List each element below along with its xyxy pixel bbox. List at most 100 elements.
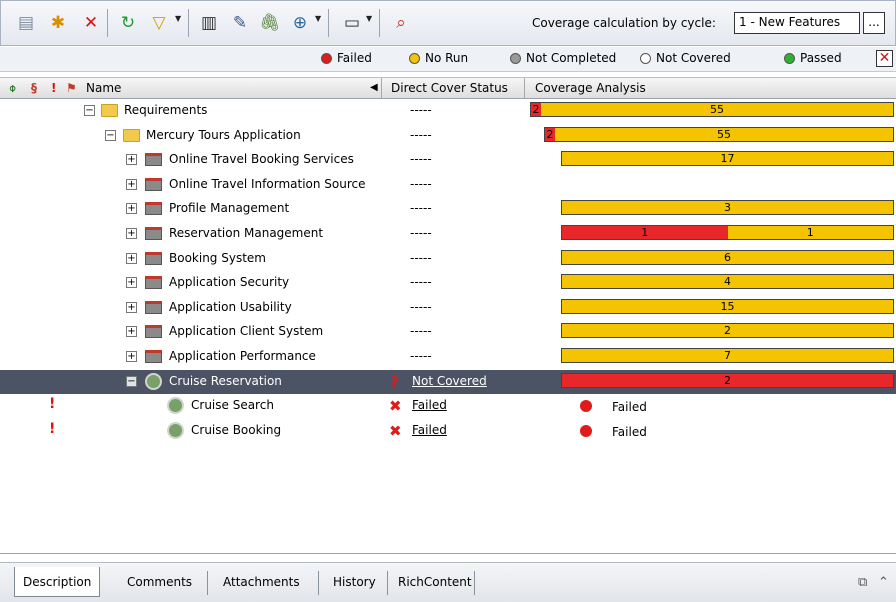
- collapse-icon[interactable]: −: [126, 375, 137, 387]
- expand-icon[interactable]: +: [126, 326, 137, 338]
- expand-panel-icon[interactable]: ⌃: [878, 575, 889, 590]
- expand-icon[interactable]: +: [126, 351, 137, 362]
- failed-dot-icon: [580, 424, 592, 437]
- coverage-bar[interactable]: 2 55: [530, 102, 894, 117]
- table-row[interactable]: + Booking System ----- 6: [0, 247, 896, 272]
- coverage-bar[interactable]: 3: [561, 200, 894, 216]
- legend-label: Passed: [800, 51, 842, 65]
- zoom-icon[interactable]: ⊕: [287, 10, 313, 36]
- table-row[interactable]: ! Cruise Search ✖ Failed Failed: [0, 394, 896, 419]
- passed-dot-icon: [784, 52, 795, 64]
- flag-column-icon[interactable]: ⚑: [66, 78, 77, 98]
- coverage-segment-no-run: 55: [541, 103, 893, 116]
- coverage-bar[interactable]: 1 1: [561, 225, 894, 240]
- restore-panel-icon[interactable]: ⧉: [858, 575, 867, 590]
- coverage-bar[interactable]: 17: [561, 151, 894, 167]
- column-header-coverage-analysis[interactable]: Coverage Analysis: [535, 78, 646, 98]
- coverage-bar[interactable]: 2 55: [544, 126, 894, 142]
- linked-defects-column-icon[interactable]: §: [31, 78, 37, 98]
- table-row[interactable]: + Application Performance ----- 7: [0, 345, 896, 370]
- row-status: -----: [410, 176, 432, 191]
- columns-icon[interactable]: ▥: [196, 10, 222, 36]
- collapse-column-icon[interactable]: ◀: [370, 78, 378, 98]
- close-legend-button[interactable]: ✕: [876, 50, 893, 67]
- table-row[interactable]: − Mercury Tours Application ----- 2 55: [0, 124, 896, 149]
- legend-passed: Passed: [784, 51, 842, 65]
- coverage-segment-no-run: 6: [562, 250, 893, 264]
- row-status: -----: [410, 103, 432, 117]
- requirement-icon: [145, 177, 162, 191]
- zoom-dropdown-arrow-icon[interactable]: ▼: [315, 14, 321, 23]
- delete-icon[interactable]: ✕: [78, 10, 104, 36]
- failed-icon: ✖: [389, 397, 402, 416]
- row-status: -----: [410, 299, 432, 314]
- tab-richcontent[interactable]: RichContent: [390, 567, 480, 597]
- tab-history[interactable]: History: [325, 567, 384, 597]
- table-row[interactable]: + Online Travel Booking Services ----- 1…: [0, 148, 896, 173]
- table-row[interactable]: − Requirements ----- 2 55: [0, 99, 896, 124]
- attachment-icon[interactable]: 🖇: [257, 10, 283, 36]
- expand-icon[interactable]: +: [126, 252, 137, 264]
- new-requirement-icon[interactable]: ✱: [45, 10, 71, 36]
- view-icon[interactable]: ▭: [339, 10, 365, 36]
- coverage-segment-no-run: 2: [562, 324, 893, 338]
- cycle-more-button[interactable]: ...: [863, 12, 885, 34]
- tab-attachments[interactable]: Attachments: [215, 567, 308, 597]
- requirement-icon: [145, 300, 162, 314]
- table-row[interactable]: + Application Security ----- 4: [0, 271, 896, 296]
- coverage-segment-no-run: 4: [562, 275, 893, 289]
- table-row[interactable]: + Application Client System ----- 2: [0, 320, 896, 345]
- row-status-link[interactable]: Failed: [412, 423, 447, 437]
- column-header-direct-cover-status[interactable]: Direct Cover Status: [391, 78, 508, 98]
- filter-dropdown-arrow-icon[interactable]: ▼: [175, 14, 181, 23]
- table-row[interactable]: + Online Travel Information Source -----: [0, 173, 896, 198]
- table-row[interactable]: ! Cruise Booking ✖ Failed Failed: [0, 419, 896, 444]
- refresh-icon[interactable]: ↻: [115, 10, 141, 36]
- requirement-icon: [145, 202, 162, 216]
- coverage-segment-no-run: 15: [562, 299, 893, 313]
- expand-icon[interactable]: +: [126, 178, 137, 190]
- cycle-select[interactable]: 1 - New Features: [734, 12, 860, 34]
- coverage-bar[interactable]: 7: [561, 348, 894, 363]
- table-row-selected[interactable]: − Cruise Reservation ? Not Covered 2: [0, 369, 896, 395]
- coverage-bar[interactable]: 2: [561, 372, 894, 388]
- coverage-bar[interactable]: 15: [561, 298, 894, 314]
- row-name: Application Usability: [169, 299, 292, 314]
- expand-icon[interactable]: +: [126, 228, 137, 239]
- coverage-bar[interactable]: 4: [561, 274, 894, 290]
- row-name: Reservation Management: [169, 226, 324, 240]
- tab-comments[interactable]: Comments: [119, 567, 200, 597]
- coverage-bar[interactable]: 2: [561, 323, 894, 339]
- table-row[interactable]: + Reservation Management ----- 1 1: [0, 222, 896, 247]
- new-folder-icon[interactable]: ▤: [13, 10, 39, 36]
- table-row[interactable]: + Application Usability ----- 15: [0, 296, 896, 321]
- test-icon: [167, 421, 184, 439]
- find-icon[interactable]: ⌕: [388, 10, 414, 36]
- expand-icon[interactable]: +: [126, 203, 137, 215]
- priority-column-icon[interactable]: !: [51, 78, 56, 98]
- coverage-bar[interactable]: 6: [561, 249, 894, 265]
- column-header-name[interactable]: Name: [86, 78, 121, 98]
- row-status-link[interactable]: Not Covered: [412, 374, 487, 388]
- toolbar-separator: [188, 9, 189, 37]
- expand-icon[interactable]: +: [126, 154, 137, 166]
- priority-icon: !: [49, 420, 56, 437]
- legend-not-covered: Not Covered: [640, 51, 731, 65]
- toolbar-separator: [107, 9, 108, 37]
- row-status-link[interactable]: Failed: [412, 398, 447, 412]
- edit-icon[interactable]: ✎: [227, 10, 253, 36]
- tab-divider: [207, 571, 208, 595]
- row-status: -----: [410, 201, 432, 216]
- view-dropdown-arrow-icon[interactable]: ▼: [366, 14, 372, 23]
- attachment-column-icon[interactable]: ⌽: [9, 78, 16, 98]
- table-row[interactable]: + Profile Management ----- 3: [0, 197, 896, 222]
- expand-icon[interactable]: +: [126, 301, 137, 313]
- filter-icon[interactable]: ▽: [146, 10, 172, 36]
- collapse-icon[interactable]: −: [105, 129, 116, 141]
- requirement-icon: [145, 251, 162, 265]
- tab-description[interactable]: Description: [14, 567, 101, 597]
- failed-dot-icon: [580, 400, 592, 413]
- collapse-icon[interactable]: −: [84, 105, 95, 116]
- legend-label: Not Covered: [656, 51, 731, 65]
- expand-icon[interactable]: +: [126, 277, 137, 289]
